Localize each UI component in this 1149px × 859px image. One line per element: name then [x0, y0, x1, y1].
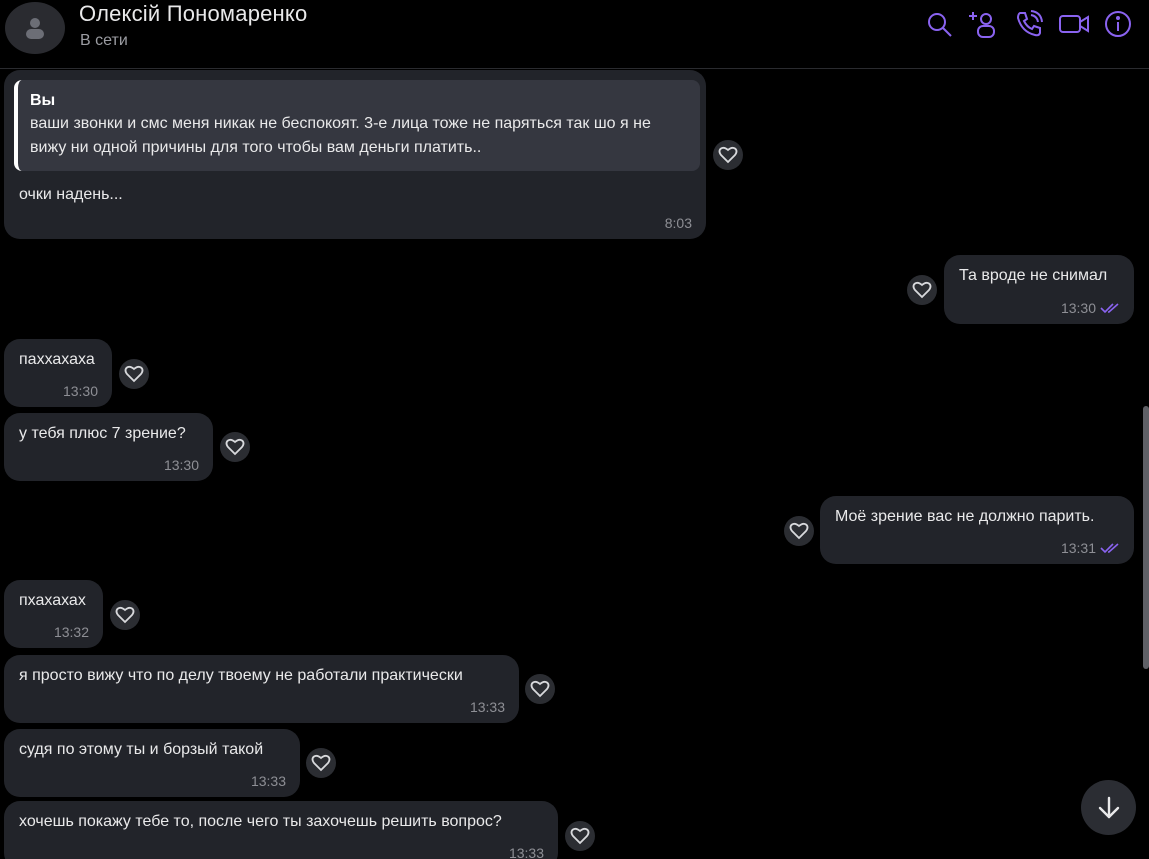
heart-icon [225, 438, 245, 456]
reaction-button[interactable] [220, 432, 250, 462]
reaction-button[interactable] [907, 275, 937, 305]
message-time: 13:30 [62, 383, 98, 399]
message-time: 13:30 [1061, 300, 1120, 316]
reaction-button[interactable] [565, 821, 595, 851]
message-text: у тебя плюс 7 зрение? [19, 425, 186, 442]
add-member-icon[interactable] [968, 8, 1000, 40]
contact-status: В сети [80, 32, 128, 49]
message-bubble[interactable]: Моё зрение вас не должно парить. 13:31 [820, 496, 1134, 564]
message-text: Та вроде не снимал [959, 267, 1108, 284]
message-bubble[interactable]: я просто вижу что по делу твоему не рабо… [4, 655, 519, 723]
scroll-to-bottom-button[interactable] [1081, 780, 1136, 835]
read-check-icon [1100, 303, 1119, 314]
message-bubble[interactable]: Вы ваши звонки и смс меня никак не беспо… [4, 70, 706, 239]
avatar[interactable] [5, 2, 65, 54]
heart-icon [115, 606, 135, 624]
message-text: судя по этому ты и борзый такой [19, 741, 264, 758]
reaction-button[interactable] [784, 516, 814, 546]
search-icon[interactable] [923, 8, 955, 40]
quoted-message[interactable]: Вы ваши звонки и смс меня никак не беспо… [14, 80, 700, 171]
message-time: 13:30 [163, 457, 199, 473]
reaction-button[interactable] [713, 140, 743, 170]
chat-window: Олексій Пономаренко В сети Вы ваши звонк… [0, 0, 1149, 859]
call-icon[interactable] [1013, 8, 1045, 40]
reaction-button[interactable] [525, 674, 555, 704]
heart-icon [718, 146, 738, 164]
quote-author: Вы [30, 92, 56, 109]
read-check-icon [1100, 543, 1119, 554]
info-icon[interactable] [1102, 8, 1134, 40]
message-bubble[interactable]: пхахахах 13:32 [4, 580, 103, 648]
heart-icon [311, 754, 331, 772]
message-bubble[interactable]: хочешь покажу тебе то, после чего ты зах… [4, 801, 558, 859]
message-time: 13:33 [250, 773, 286, 789]
message-text: Моё зрение вас не должно парить. [835, 508, 1095, 525]
heart-icon [789, 522, 809, 540]
message-text: паххахаха [19, 351, 95, 368]
message-bubble[interactable]: паххахаха 13:30 [4, 339, 112, 407]
video-call-icon[interactable] [1058, 8, 1090, 40]
message-text: пхахахах [19, 592, 86, 609]
message-time: 8:03 [664, 215, 692, 231]
heart-icon [912, 281, 932, 299]
message-text: хочешь покажу тебе то, после чего ты зах… [19, 813, 502, 830]
user-icon [26, 18, 44, 39]
reaction-button[interactable] [306, 748, 336, 778]
heart-icon [570, 827, 590, 845]
message-list[interactable]: Вы ваши звонки и смс меня никак не беспо… [0, 70, 1149, 859]
message-text: я просто вижу что по делу твоему не рабо… [19, 667, 463, 684]
message-time: 13:31 [1061, 540, 1120, 556]
message-time: 13:33 [508, 845, 544, 859]
message-bubble[interactable]: судя по этому ты и борзый такой 13:33 [4, 729, 300, 797]
message-time: 13:33 [469, 699, 505, 715]
quote-text: ваши звонки и смс меня никак не беспокоя… [30, 115, 651, 156]
reaction-button[interactable] [119, 359, 149, 389]
scrollbar-thumb[interactable] [1143, 406, 1149, 669]
heart-icon [530, 680, 550, 698]
reaction-button[interactable] [110, 600, 140, 630]
message-time: 13:32 [53, 624, 89, 640]
message-text: очки надень... [19, 186, 123, 203]
contact-name[interactable]: Олексій Пономаренко [79, 1, 307, 27]
chat-header: Олексій Пономаренко В сети [0, 0, 1149, 69]
message-bubble[interactable]: у тебя плюс 7 зрение? 13:30 [4, 413, 213, 481]
heart-icon [124, 365, 144, 383]
message-bubble[interactable]: Та вроде не снимал 13:30 [944, 255, 1134, 324]
arrow-down-icon [1098, 796, 1119, 818]
